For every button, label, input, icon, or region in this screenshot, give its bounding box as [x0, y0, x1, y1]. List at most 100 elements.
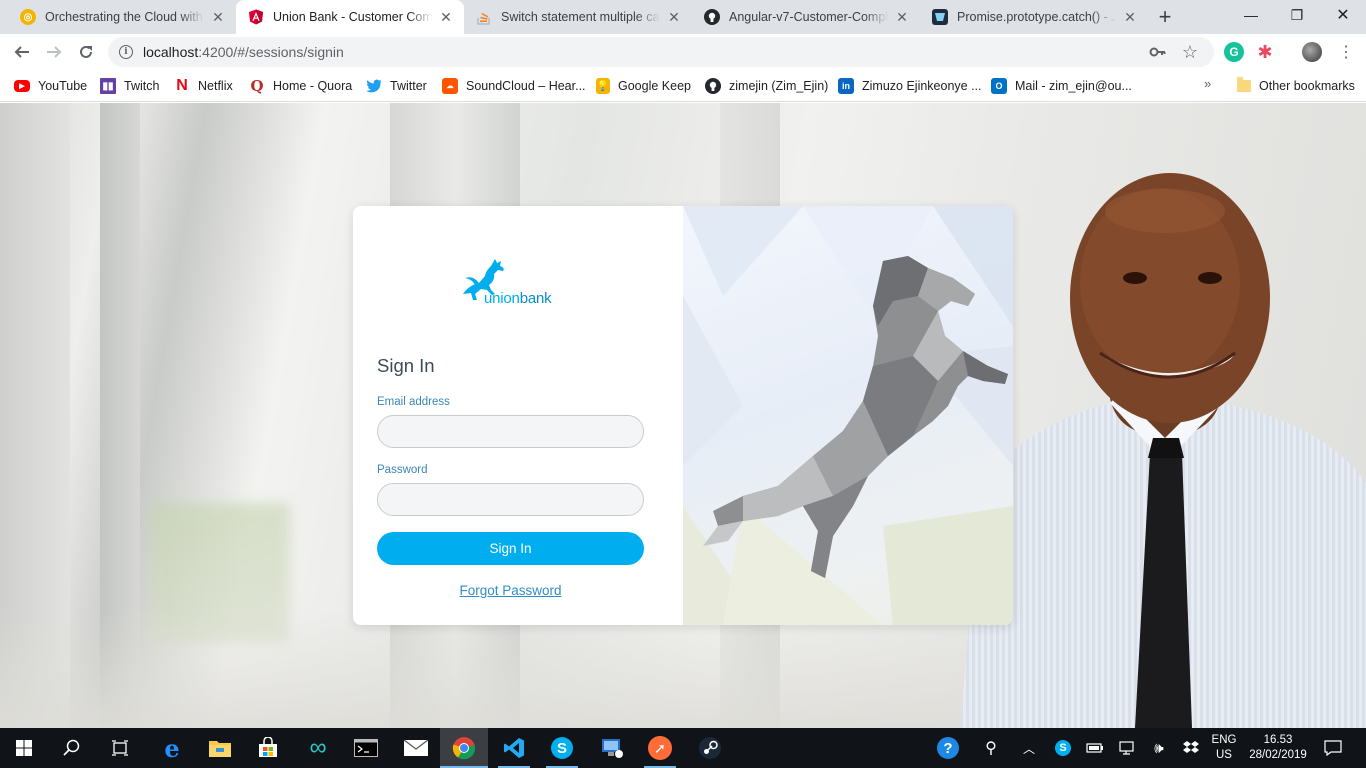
people-icon[interactable]: ⚲: [978, 728, 1004, 768]
clock[interactable]: 16.53 28/02/2019: [1246, 733, 1310, 763]
grammarly-extension-icon[interactable]: G: [1224, 42, 1244, 62]
bookmark-youtube[interactable]: ▶ YouTube: [14, 76, 87, 96]
bookmark-linkedin[interactable]: in Zimuzo Ejinkeonye ...: [838, 76, 982, 96]
windows-taskbar: e ∞ S ➚ ? ⚲ ︿ S 🕪 ENG US 16.53 28/02/201…: [0, 728, 1366, 768]
email-field[interactable]: [377, 415, 644, 448]
bookmark-github-zimejin[interactable]: zimejin (Zim_Ejin): [705, 76, 828, 96]
key-icon[interactable]: [1148, 42, 1168, 62]
bookmark-label: Google Keep: [618, 79, 691, 93]
login-form-panel: unionbank Sign In Email address Password…: [353, 206, 683, 625]
password-field[interactable]: [377, 483, 644, 516]
language-code: ENG: [1211, 734, 1237, 746]
back-button[interactable]: [8, 38, 36, 66]
bookmark-soundcloud[interactable]: ☁ SoundCloud – Hear...: [442, 76, 586, 96]
close-tab-icon[interactable]: ✕: [438, 9, 454, 25]
steam-taskbar-icon[interactable]: [686, 728, 734, 768]
vscode-taskbar-icon[interactable]: [490, 728, 538, 768]
skype-tray-icon[interactable]: S: [1052, 728, 1074, 768]
reload-icon: [80, 45, 92, 58]
chrome-taskbar-icon[interactable]: [440, 728, 488, 768]
skype-taskbar-icon[interactable]: S: [538, 728, 586, 768]
remote-desktop-taskbar-icon[interactable]: [588, 728, 636, 768]
sign-in-button[interactable]: Sign In: [377, 532, 644, 565]
bookmark-label: Twitch: [124, 79, 160, 93]
tab-title: Union Bank - Customer Compl: [273, 10, 432, 24]
polygon-horse-illustration: [683, 206, 1013, 625]
close-tab-icon[interactable]: ✕: [894, 9, 910, 25]
outlook-icon: O: [991, 78, 1007, 94]
reload-button[interactable]: [72, 38, 100, 66]
file-explorer-taskbar-icon[interactable]: [196, 728, 244, 768]
network-icon[interactable]: [1116, 728, 1138, 768]
url-host: localhost: [143, 44, 199, 60]
tab-switch-statement[interactable]: Switch statement multiple case ✕: [464, 0, 692, 34]
bookmark-netflix[interactable]: N Netflix: [174, 76, 233, 96]
bookmark-star-icon[interactable]: ☆: [1180, 42, 1200, 62]
task-view-button[interactable]: [96, 728, 144, 768]
tab-angular-v7-repo[interactable]: Angular-v7-Customer-Compla ✕: [692, 0, 920, 34]
bookmark-label: zimejin (Zim_Ejin): [729, 79, 829, 93]
arduino-taskbar-icon[interactable]: ∞: [294, 728, 342, 768]
close-tab-icon[interactable]: ✕: [1122, 9, 1138, 25]
quora-icon: Q: [250, 77, 264, 95]
close-tab-icon[interactable]: ✕: [210, 9, 226, 25]
other-bookmarks-folder[interactable]: Other bookmarks: [1237, 76, 1355, 96]
tab-title: Angular-v7-Customer-Compla: [729, 10, 888, 24]
businessman-photo: [960, 173, 1366, 728]
orange-circle-icon: ◎: [20, 9, 36, 25]
forgot-password-link[interactable]: Forgot Password: [353, 583, 668, 598]
extension-asterisk-icon[interactable]: ✱: [1255, 42, 1275, 62]
minimize-button[interactable]: —: [1228, 0, 1274, 30]
soundcloud-icon: ☁: [442, 78, 458, 94]
input-language[interactable]: ENG US: [1208, 733, 1240, 763]
bookmark-quora[interactable]: Q Home - Quora: [249, 76, 352, 96]
twitch-icon: ▮▮: [100, 78, 116, 94]
show-hidden-icons-chevron-icon[interactable]: ︿: [1018, 728, 1040, 768]
tab-strip: ◎ Orchestrating the Cloud with K ✕ Union…: [0, 0, 1366, 34]
address-bar[interactable]: i localhost:4200/#/sessions/signin ☆: [108, 37, 1214, 67]
dropbox-icon[interactable]: [1180, 728, 1202, 768]
new-tab-button[interactable]: +: [1153, 4, 1177, 29]
tab-title: Switch statement multiple case: [501, 10, 660, 24]
profile-avatar[interactable]: [1302, 42, 1322, 62]
edge-taskbar-icon[interactable]: e: [148, 728, 196, 768]
bookmark-google-keep[interactable]: 💡 Google Keep: [596, 76, 691, 96]
url-text[interactable]: localhost:4200/#/sessions/signin: [143, 44, 344, 60]
youtube-icon: ▶: [14, 80, 30, 92]
close-window-button[interactable]: ✕: [1320, 0, 1366, 30]
search-button[interactable]: [48, 728, 96, 768]
bookmark-outlook-mail[interactable]: O Mail - zim_ejin@ou...: [991, 76, 1132, 96]
battery-icon[interactable]: [1084, 728, 1106, 768]
browser-menu-icon[interactable]: ⋮: [1336, 42, 1356, 62]
site-info-icon[interactable]: i: [119, 45, 133, 59]
postman-taskbar-icon[interactable]: ➚: [636, 728, 684, 768]
brand-bank: bank: [519, 290, 552, 307]
start-button[interactable]: [0, 728, 48, 768]
tab-union-bank[interactable]: Union Bank - Customer Compl ✕: [236, 0, 464, 34]
more-bookmarks-chevron-icon[interactable]: »: [1204, 76, 1211, 91]
bookmark-twitch[interactable]: ▮▮ Twitch: [100, 76, 159, 96]
tab-title: Orchestrating the Cloud with K: [45, 10, 204, 24]
bookmark-label: SoundCloud – Hear...: [466, 79, 586, 93]
tab-promise-catch[interactable]: Promise.prototype.catch() - Jav ✕: [920, 0, 1148, 34]
folder-icon: [1237, 77, 1251, 92]
page-title: Sign In: [377, 355, 435, 376]
other-bookmarks-label: Other bookmarks: [1259, 79, 1355, 93]
help-icon[interactable]: ?: [934, 728, 962, 768]
github-icon: [704, 9, 720, 25]
restore-button[interactable]: ❐: [1274, 0, 1320, 30]
tab-orchestrating-cloud[interactable]: ◎ Orchestrating the Cloud with K ✕: [8, 0, 236, 34]
store-taskbar-icon[interactable]: [244, 728, 292, 768]
action-center-icon[interactable]: [1320, 728, 1346, 768]
terminal-taskbar-icon[interactable]: [342, 728, 390, 768]
forward-button[interactable]: [40, 38, 68, 66]
brand-union: union: [484, 290, 520, 307]
close-tab-icon[interactable]: ✕: [666, 9, 682, 25]
bookmark-label: Twitter: [390, 79, 427, 93]
forward-arrow-icon: [47, 46, 62, 58]
bookmark-label: Zimuzo Ejinkeonye ...: [862, 79, 982, 93]
volume-icon[interactable]: 🕪: [1148, 728, 1170, 768]
browser-toolbar: i localhost:4200/#/sessions/signin ☆ G ✱…: [0, 34, 1366, 70]
bookmark-twitter[interactable]: Twitter: [366, 76, 427, 96]
mail-taskbar-icon[interactable]: [392, 728, 440, 768]
